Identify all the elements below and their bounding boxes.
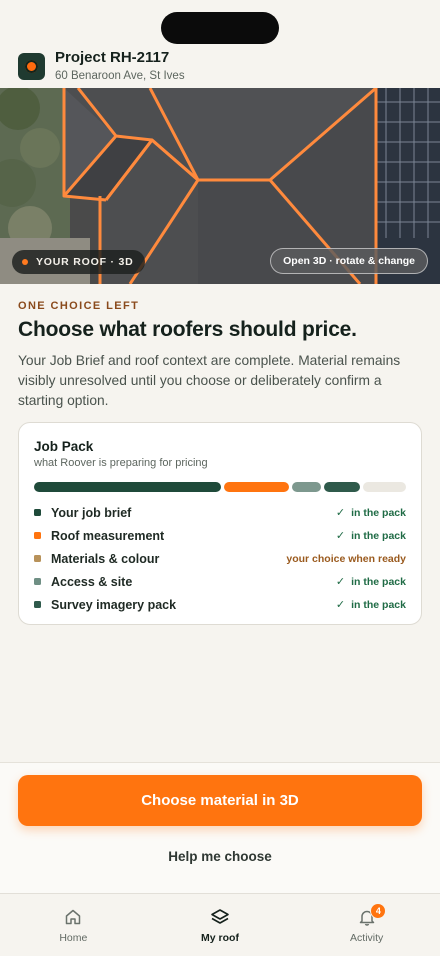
item-color-marker: [34, 509, 41, 516]
progress-segment: [34, 482, 221, 492]
job-pack-item: Access & site ✓ in the pack: [34, 570, 406, 593]
item-color-marker: [34, 532, 41, 539]
intro-paragraph: Your Job Brief and roof context are comp…: [18, 353, 401, 408]
action-area: Choose material in 3D Help me choose: [0, 762, 440, 894]
job-pack-title: Job Pack: [34, 439, 94, 454]
tab-bar: Home My roof 4 Activity: [0, 893, 440, 956]
progress-segment: [363, 482, 406, 492]
job-pack-item-status: ✓ in the pack: [335, 575, 406, 589]
activity-badge: 4: [370, 903, 387, 919]
job-pack-item-status-text: your choice when ready: [286, 552, 406, 565]
job-pack-item-status-text: in the pack: [351, 506, 406, 519]
job-pack-item-status: ✓ in the pack: [335, 506, 406, 520]
job-pack-item-status: your choice when ready: [286, 553, 406, 565]
layers-icon: [211, 909, 229, 924]
check-icon: ✓: [335, 507, 346, 519]
job-pack-item: Roof measurement ✓ in the pack: [34, 524, 406, 547]
choose-material-button[interactable]: Choose material in 3D: [18, 775, 422, 826]
progress-segment: [292, 482, 321, 492]
tab-activity[interactable]: 4 Activity: [293, 894, 440, 956]
help-me-choose-link[interactable]: Help me choose: [0, 849, 440, 864]
tab-activity-label: Activity: [350, 932, 384, 944]
your-roof-badge-label: YOUR ROOF · 3D: [36, 256, 134, 268]
tab-my-roof[interactable]: My roof: [147, 894, 294, 956]
job-pack-item-status: ✓ in the pack: [335, 598, 406, 612]
item-color-marker: [34, 601, 41, 608]
job-pack-item-status-text: in the pack: [351, 529, 406, 542]
check-icon: ✓: [335, 576, 346, 588]
tab-my-roof-label: My roof: [201, 932, 239, 944]
job-pack-item-status-text: in the pack: [351, 598, 406, 611]
home-icon: [66, 909, 81, 925]
job-pack-item-label: Roof measurement: [51, 528, 165, 543]
page-headline: Choose what roofers should price.: [18, 318, 357, 341]
roover-logo: [18, 53, 45, 80]
status-dot: [22, 259, 28, 265]
item-color-marker: [34, 555, 41, 562]
job-pack-item-label: Your job brief: [51, 505, 132, 520]
job-pack-item: Your job brief ✓ in the pack: [34, 501, 406, 524]
tab-home-label: Home: [59, 932, 88, 944]
job-pack-item: Materials & colour your choice when ready: [34, 547, 406, 570]
job-pack-item-status: ✓ in the pack: [335, 529, 406, 543]
project-address: 60 Benaroon Ave, St Ives: [55, 70, 185, 82]
check-icon: ✓: [335, 599, 346, 611]
progress-segment: [224, 482, 289, 492]
tab-home[interactable]: Home: [0, 894, 147, 956]
check-icon: ✓: [335, 530, 346, 542]
project-header: Project RH-2117 60 Benaroon Ave, St Ives: [18, 48, 422, 88]
job-pack-item-status-text: in the pack: [351, 575, 406, 588]
project-title: Project RH-2117: [55, 49, 170, 66]
job-pack-item-label: Materials & colour: [51, 551, 160, 566]
job-pack-item-label: Survey imagery pack: [51, 597, 177, 612]
item-color-marker: [34, 578, 41, 585]
roof-3d-preview[interactable]: YOUR ROOF · 3D Open 3D · rotate & change: [0, 88, 440, 284]
progress-segment: [324, 482, 360, 492]
camera-notch: [161, 12, 279, 44]
open-3d-button[interactable]: Open 3D · rotate & change: [270, 248, 428, 274]
section-kicker: ONE CHOICE LEFT: [18, 300, 140, 312]
your-roof-badge: YOUR ROOF · 3D: [12, 250, 145, 274]
job-pack-list: Your job brief ✓ in the pack Roof measureme…: [34, 501, 406, 616]
job-pack-item-label: Access & site: [51, 574, 133, 589]
job-pack-progress-bar: [34, 482, 406, 492]
job-pack-item: Survey imagery pack ✓ in the pack: [34, 593, 406, 616]
job-pack-subtitle: what Roover is preparing for pricing: [34, 457, 208, 469]
job-pack-card: Job Pack what Roover is preparing for pr…: [18, 422, 422, 625]
